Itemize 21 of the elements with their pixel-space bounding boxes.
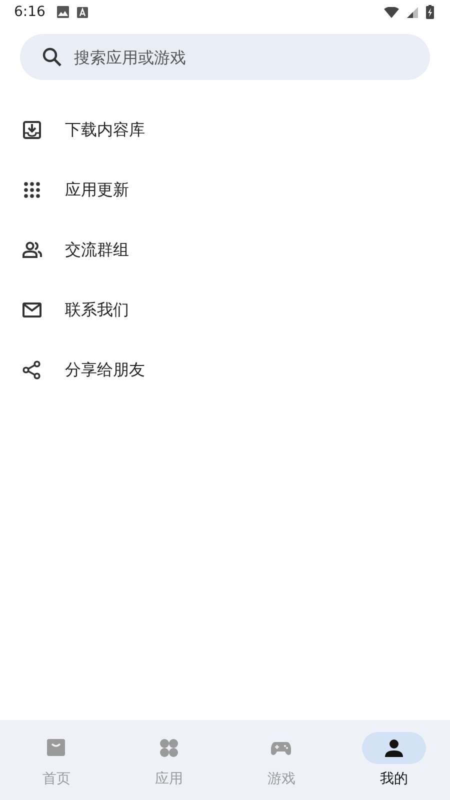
menu-item[interactable]: 应用更新 [0, 160, 450, 220]
menu-item[interactable]: 联系我们 [0, 280, 450, 340]
menu-item[interactable]: 下载内容库 [0, 100, 450, 160]
search-field[interactable]: 搜索应用或游戏 [20, 34, 430, 80]
app-notification-icon [77, 6, 88, 18]
download-box-icon [22, 120, 42, 140]
menu-item[interactable]: 分享给朋友 [0, 340, 450, 400]
status-time: 6:16 [14, 4, 46, 20]
mail-icon [22, 300, 42, 320]
menu-item[interactable]: 交流群组 [0, 220, 450, 280]
clover-icon [158, 738, 179, 758]
wifi-icon [384, 6, 399, 18]
people-icon [22, 240, 42, 260]
nav-tab[interactable]: 我的 [338, 720, 450, 800]
dots-grid-icon [22, 180, 42, 200]
person-icon [384, 738, 404, 758]
image-icon [57, 6, 70, 18]
bag-icon [46, 738, 66, 758]
battery-icon [426, 5, 434, 19]
share-icon [22, 360, 42, 380]
signal-icon [407, 6, 418, 18]
